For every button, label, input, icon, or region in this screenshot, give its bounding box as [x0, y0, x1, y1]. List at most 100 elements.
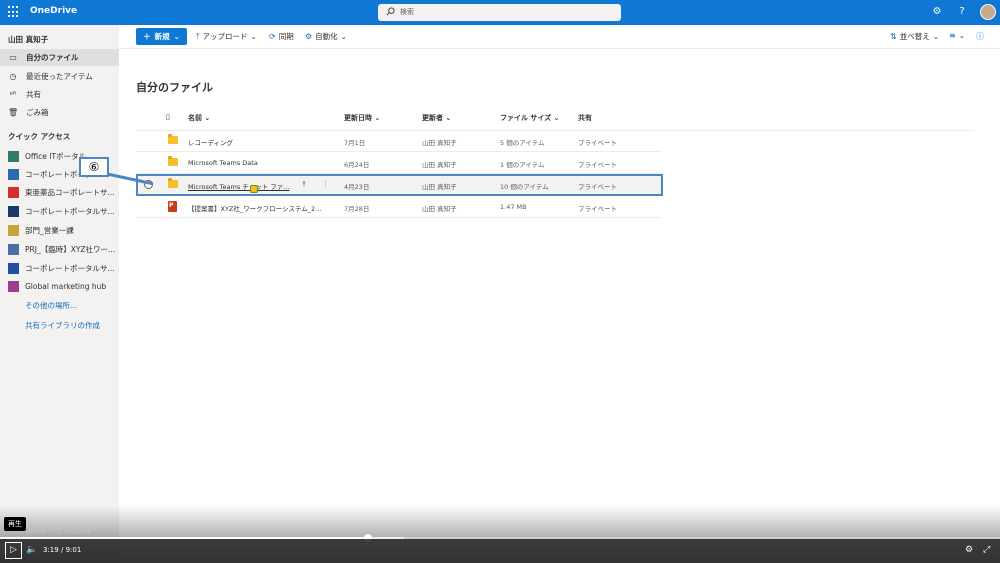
quick-access-label: PRJ_【臨時】XYZ社ワー... [25, 244, 116, 254]
site-logo-icon [8, 168, 19, 180]
nav-label: 最近使ったアイテム [26, 72, 93, 81]
quick-access-item[interactable]: 部門_営業一課 [0, 221, 119, 239]
page-title: 自分のファイル [136, 81, 213, 94]
file-size: 5 個のアイテム [500, 139, 545, 147]
table-row[interactable]: Microsoft Teams Data 6月24日 山田 真知子 1 個のアイ… [136, 152, 662, 174]
current-time: 3:19 [43, 546, 59, 554]
view-options-button[interactable]: ≡ ⌄ [949, 31, 965, 40]
quick-access-item[interactable]: PRJ_【臨時】XYZ社ワー... [0, 240, 119, 258]
site-logo-icon [8, 205, 19, 217]
column-header-sharing[interactable]: 共有 [578, 113, 592, 123]
folder-icon: ▭ [9, 53, 17, 62]
upload-label: アップロード [202, 32, 248, 41]
details-pane-button[interactable]: ⓘ [976, 31, 984, 42]
powerpoint-icon [168, 201, 177, 212]
automate-button[interactable]: ⚙ 自動化 ⌄ [305, 31, 347, 42]
play-tooltip: 再生 [4, 517, 26, 531]
user-name: 山田 真知子 [8, 35, 49, 44]
settings-icon[interactable]: ⚙ [930, 5, 944, 19]
play-icon: ▷ [10, 545, 17, 555]
folder-icon [168, 156, 178, 166]
nav-label: 自分のファイル [26, 53, 79, 62]
quick-access-title: クイック アクセス [8, 132, 71, 141]
nav-label: ごみ箱 [26, 108, 49, 117]
more-places-link[interactable]: その他の場所... [25, 300, 77, 311]
trash-icon: 🗑 [8, 108, 19, 117]
modified-by: 山田 真知子 [422, 161, 457, 169]
sharing-status: プライベート [578, 205, 617, 213]
header-label: 更新日時 [344, 114, 372, 122]
nav-recent[interactable]: ◷ 最近使ったアイテム [0, 68, 119, 85]
site-logo-icon [8, 224, 19, 236]
chevron-down-icon: ⌄ [173, 32, 180, 41]
header-label: 更新者 [422, 114, 443, 122]
quick-access-label: 部門_営業一課 [25, 225, 74, 235]
file-name[interactable]: 【提案書】XYZ社_ワークフローシステム_2... [188, 203, 321, 213]
settings-icon[interactable]: ⚙ [965, 545, 973, 555]
search-placeholder: 検索 [400, 8, 414, 16]
help-icon[interactable]: ? [955, 5, 969, 19]
app-title[interactable]: OneDrive [30, 6, 77, 16]
table-row[interactable]: レコーディング 7月1日 山田 真知子 5 個のアイテム プライベート [136, 130, 662, 152]
quick-access-item[interactable]: コーポレートポータルサ... [0, 202, 119, 220]
app-launcher-icon[interactable] [8, 6, 20, 18]
automate-icon: ⚙ [305, 32, 313, 41]
plus-icon: ＋ [143, 32, 151, 41]
folder-icon [168, 134, 178, 144]
volume-icon[interactable]: 🔈 [26, 545, 37, 555]
modified-date: 7月1日 [344, 139, 366, 147]
sort-label: 並べ替え [899, 32, 930, 41]
fullscreen-icon[interactable]: ⤢ [983, 545, 990, 555]
quick-access-item[interactable]: コーポレートポータルサ... [0, 259, 119, 277]
chevron-down-icon: ⌄ [958, 31, 965, 40]
video-time: 3:19 / 9:01 [43, 546, 81, 554]
info-icon: ⓘ [976, 32, 984, 41]
upload-icon: ⤒ [196, 31, 200, 41]
duration: 9:01 [65, 546, 82, 554]
chevron-down-icon: ⌄ [250, 32, 257, 41]
play-button[interactable]: ▷ [5, 542, 22, 559]
sort-icon: ⇅ [890, 32, 897, 41]
file-name[interactable]: レコーディング [188, 137, 233, 147]
site-logo-icon [8, 243, 19, 255]
modified-date: 7月28日 [344, 205, 370, 213]
quick-access-label: Global marketing hub [25, 281, 107, 291]
share-people-icon: ᵃᴿ [9, 90, 17, 99]
chevron-down-icon: ⌄ [932, 32, 939, 41]
nav-recycle-bin[interactable]: 🗑 ごみ箱 [0, 104, 119, 121]
file-size: 1.47 MB [500, 203, 527, 211]
column-header-modified[interactable]: 更新日時 ⌄ [344, 113, 380, 123]
create-library-link[interactable]: 共有ライブラリの作成 [25, 320, 100, 331]
sync-button[interactable]: ⟳ 同期 [269, 31, 294, 42]
site-logo-icon [8, 150, 19, 162]
file-size: 1 個のアイテム [500, 161, 545, 169]
header-label: ファイル サイズ [500, 114, 552, 122]
column-header-name[interactable]: 名前 ⌄ [188, 113, 210, 123]
new-button[interactable]: ＋ 新規 ⌄ [136, 28, 187, 45]
quick-access-label: 東亜薬品コーポレートサ... [25, 187, 115, 197]
nav-shared[interactable]: ᵃᴿ 共有 [0, 86, 119, 103]
quick-access-item[interactable]: 東亜薬品コーポレートサ... [0, 183, 119, 201]
column-header-file-size[interactable]: ファイル サイズ ⌄ [500, 113, 560, 123]
upload-button[interactable]: ⤒ アップロード ⌄ [196, 31, 257, 42]
site-logo-icon [8, 280, 19, 292]
highlight-box [136, 174, 663, 196]
table-row[interactable]: 【提案書】XYZ社_ワークフローシステム_2... 7月28日 山田 真知子 1… [136, 196, 662, 218]
sharing-status: プライベート [578, 139, 617, 147]
get-app-link[interactable]: Drive アプリの入手 [25, 525, 92, 536]
quick-access-item[interactable]: Global marketing hub [0, 277, 119, 295]
avatar[interactable] [980, 4, 996, 20]
nav-my-files[interactable]: ▭ 自分のファイル [0, 49, 119, 66]
quick-access-label: コーポレートポータルサ... [25, 206, 115, 216]
top-bar: OneDrive 検索 ⚙ ? [0, 0, 1000, 25]
file-name[interactable]: Microsoft Teams Data [188, 159, 258, 167]
sync-icon: ⟳ [269, 32, 276, 41]
search-box[interactable]: 検索 [378, 4, 621, 21]
step-callout: ⑥ [79, 157, 109, 177]
sidebar: 山田 真知子 ▭ 自分のファイル ◷ 最近使ったアイテム ᵃᴿ 共有 🗑 ごみ箱… [0, 25, 119, 563]
file-type-header-icon[interactable]: ▯ [166, 113, 170, 121]
column-header-modified-by[interactable]: 更新者 ⌄ [422, 113, 451, 123]
sync-label: 同期 [278, 32, 294, 41]
quick-access-label: コーポレートポータルサ... [25, 263, 115, 273]
sort-button[interactable]: ⇅ 並べ替え ⌄ [890, 31, 939, 42]
